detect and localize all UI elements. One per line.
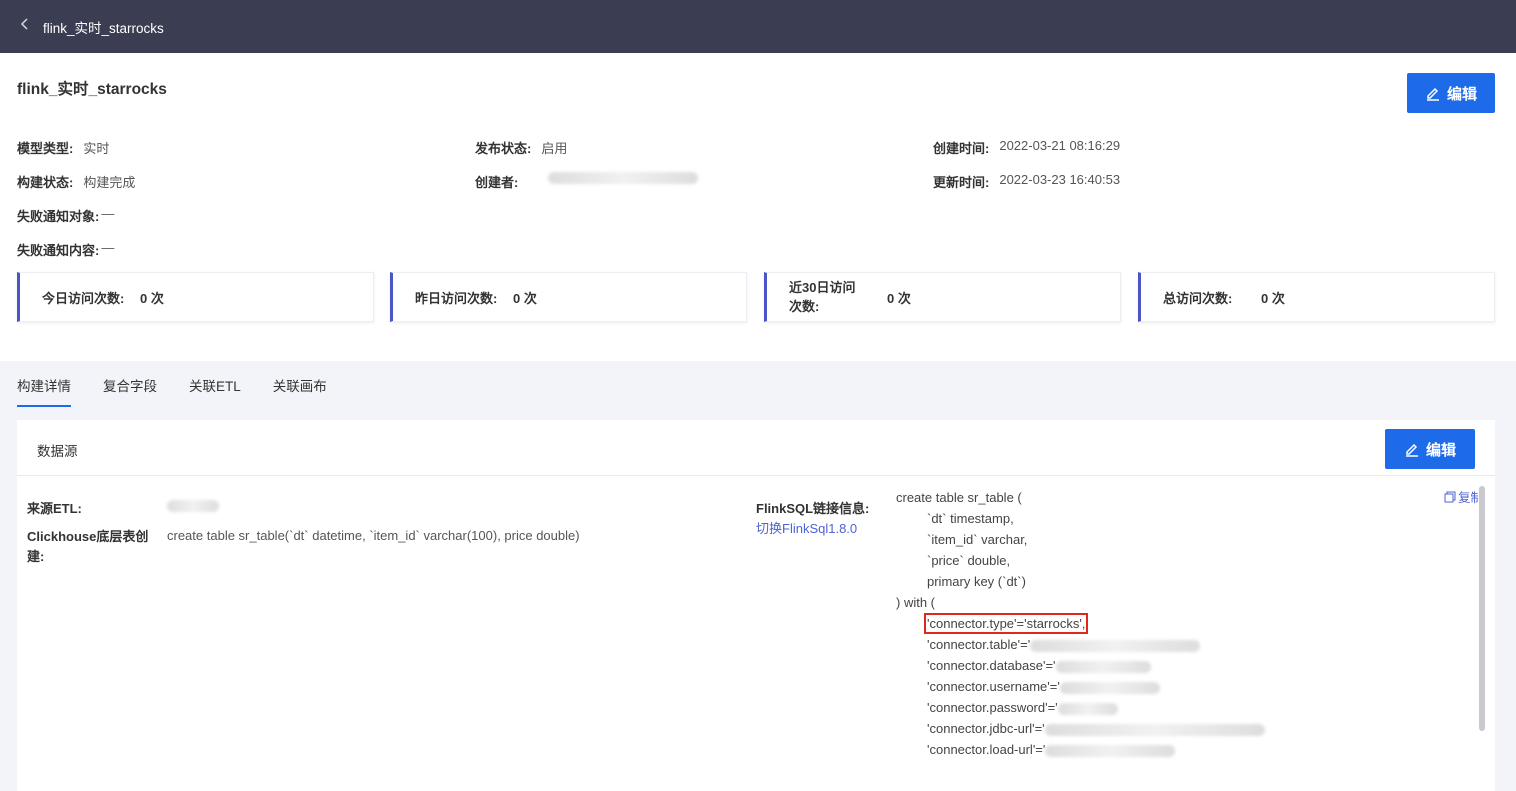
stat-total: 总访问次数: 0 次 [1138,272,1495,322]
creator: 创建者: [475,172,699,191]
created-time: 创建时间: 2022-03-21 08:16:29 [933,138,1121,156]
stat-today: 今日访问次数: 0 次 [17,272,374,322]
tab-build-details[interactable]: 构建详情 [17,375,71,407]
chevron-left-icon[interactable] [20,17,30,34]
detail-tabs: 构建详情 复合字段 关联ETL 关联画布 [17,375,327,407]
panel-title: 数据源 [37,444,78,459]
panel-edit-button[interactable]: 编辑 [1385,429,1475,469]
tab-related-canvas[interactable]: 关联画布 [273,375,327,407]
edit-icon [1404,441,1420,457]
clickhouse-create-sql: create table sr_table(`dt` datetime, `it… [167,528,580,543]
highlighted-connector-type: 'connector.type'='starrocks', [923,613,1089,634]
flinksql-code: create table sr_table ( `dt` timestamp, … [896,487,1265,760]
fail-notify-target: 失败通知对象: — [17,206,115,224]
top-bar: flink_实时_starrocks [0,0,1516,53]
model-info-card: flink_实时_starrocks 编辑 模型类型: 实时 发布状态: 启用 … [0,53,1516,361]
tab-composite-fields[interactable]: 复合字段 [103,375,157,407]
edit-button[interactable]: 编辑 [1407,73,1495,113]
publish-status: 发布状态: 启用 [475,141,568,156]
fail-notify-content: 失败通知内容: — [17,240,115,258]
clickhouse-create-label: Clickhouse底层表创建: [27,529,149,564]
copy-button[interactable]: 复制 [1444,487,1483,506]
edit-icon [1425,85,1441,101]
model-type: 模型类型: 实时 [17,141,110,156]
tab-related-etl[interactable]: 关联ETL [189,375,241,407]
flinksql-label: FlinkSQL链接信息: [756,501,870,516]
edit-button-label: 编辑 [1446,85,1477,103]
breadcrumb-title[interactable]: flink_实时_starrocks [43,17,164,37]
source-etl: 来源ETL: [27,501,82,516]
code-scrollbar[interactable] [1479,486,1485,731]
data-source-panel: 数据源 编辑 来源ETL: Clickhouse底层表创建: create ta… [17,420,1495,791]
redacted-creator [548,172,699,184]
page-title: flink_实时_starrocks [17,81,167,98]
stat-30days: 近30日访问次数: 0 次 [764,272,1121,322]
switch-flinksql-link[interactable]: 切换FlinkSql1.8.0 [756,518,857,537]
copy-icon [1444,491,1456,503]
panel-header: 数据源 编辑 [17,420,1495,476]
redacted-source-etl [167,500,219,512]
panel-edit-label: 编辑 [1425,441,1456,459]
stat-yesterday: 昨日访问次数: 0 次 [390,272,747,322]
build-status: 构建状态: 构建完成 [17,175,136,190]
updated-time: 更新时间: 2022-03-23 16:40:53 [933,172,1121,190]
